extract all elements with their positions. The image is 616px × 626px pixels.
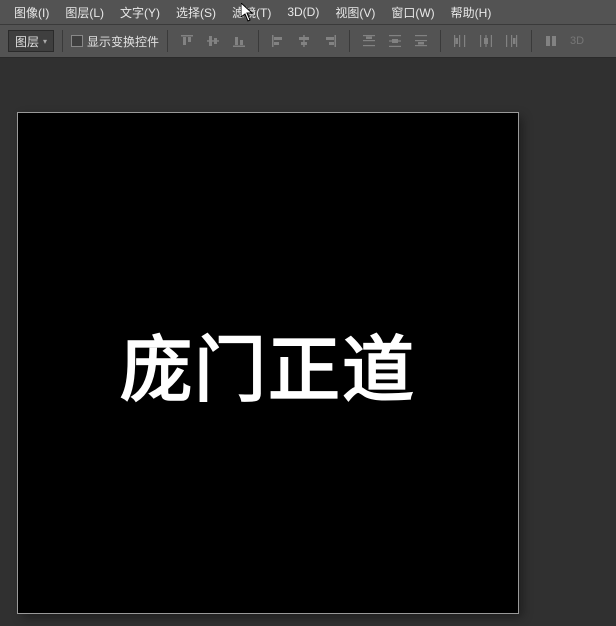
show-transform-controls[interactable]: 显示变换控件 (71, 33, 159, 50)
menu-layer[interactable]: 图层(L) (57, 1, 112, 24)
chevron-down-icon: ▾ (43, 37, 47, 46)
canvas[interactable]: 庞门正道 (18, 113, 518, 613)
align-right-edges-icon[interactable] (319, 30, 341, 52)
show-transform-label: 显示变换控件 (87, 33, 159, 50)
divider (349, 30, 350, 52)
distribute-right-icon[interactable] (501, 30, 523, 52)
divider (167, 30, 168, 52)
divider (258, 30, 259, 52)
menu-type[interactable]: 文字(Y) (112, 1, 168, 24)
menu-window[interactable]: 窗口(W) (383, 1, 442, 24)
menu-select[interactable]: 选择(S) (168, 1, 224, 24)
menu-view[interactable]: 视图(V) (327, 1, 383, 24)
menu-help[interactable]: 帮助(H) (443, 1, 500, 24)
menu-image[interactable]: 图像(I) (6, 1, 57, 24)
align-bottom-edges-icon[interactable] (228, 30, 250, 52)
distribute-horizontal-icon[interactable] (475, 30, 497, 52)
mode-3d-badge[interactable]: 3D (566, 35, 588, 47)
divider (440, 30, 441, 52)
distribute-bottom-icon[interactable] (410, 30, 432, 52)
checkbox-icon (71, 35, 83, 47)
divider (531, 30, 532, 52)
align-top-edges-icon[interactable] (176, 30, 198, 52)
menu-bar: 图像(I) 图层(L) 文字(Y) 选择(S) 滤镜(T) 3D(D) 视图(V… (0, 0, 616, 24)
mode-dropdown-label: 图层 (15, 33, 39, 50)
align-vertical-centers-icon[interactable] (202, 30, 224, 52)
distribute-left-icon[interactable] (449, 30, 471, 52)
workspace: 庞门正道 (0, 58, 616, 626)
menu-filter[interactable]: 滤镜(T) (224, 1, 279, 24)
distribute-vertical-icon[interactable] (384, 30, 406, 52)
divider (62, 30, 63, 52)
align-horizontal-centers-icon[interactable] (293, 30, 315, 52)
mode-dropdown[interactable]: 图层 ▾ (8, 30, 54, 52)
menu-3d[interactable]: 3D(D) (279, 2, 327, 22)
canvas-text: 庞门正道 (120, 311, 416, 416)
options-bar: 图层 ▾ 显示变换控件 3D (0, 24, 616, 58)
distribute-top-icon[interactable] (358, 30, 380, 52)
align-left-edges-icon[interactable] (267, 30, 289, 52)
auto-align-icon[interactable] (540, 30, 562, 52)
